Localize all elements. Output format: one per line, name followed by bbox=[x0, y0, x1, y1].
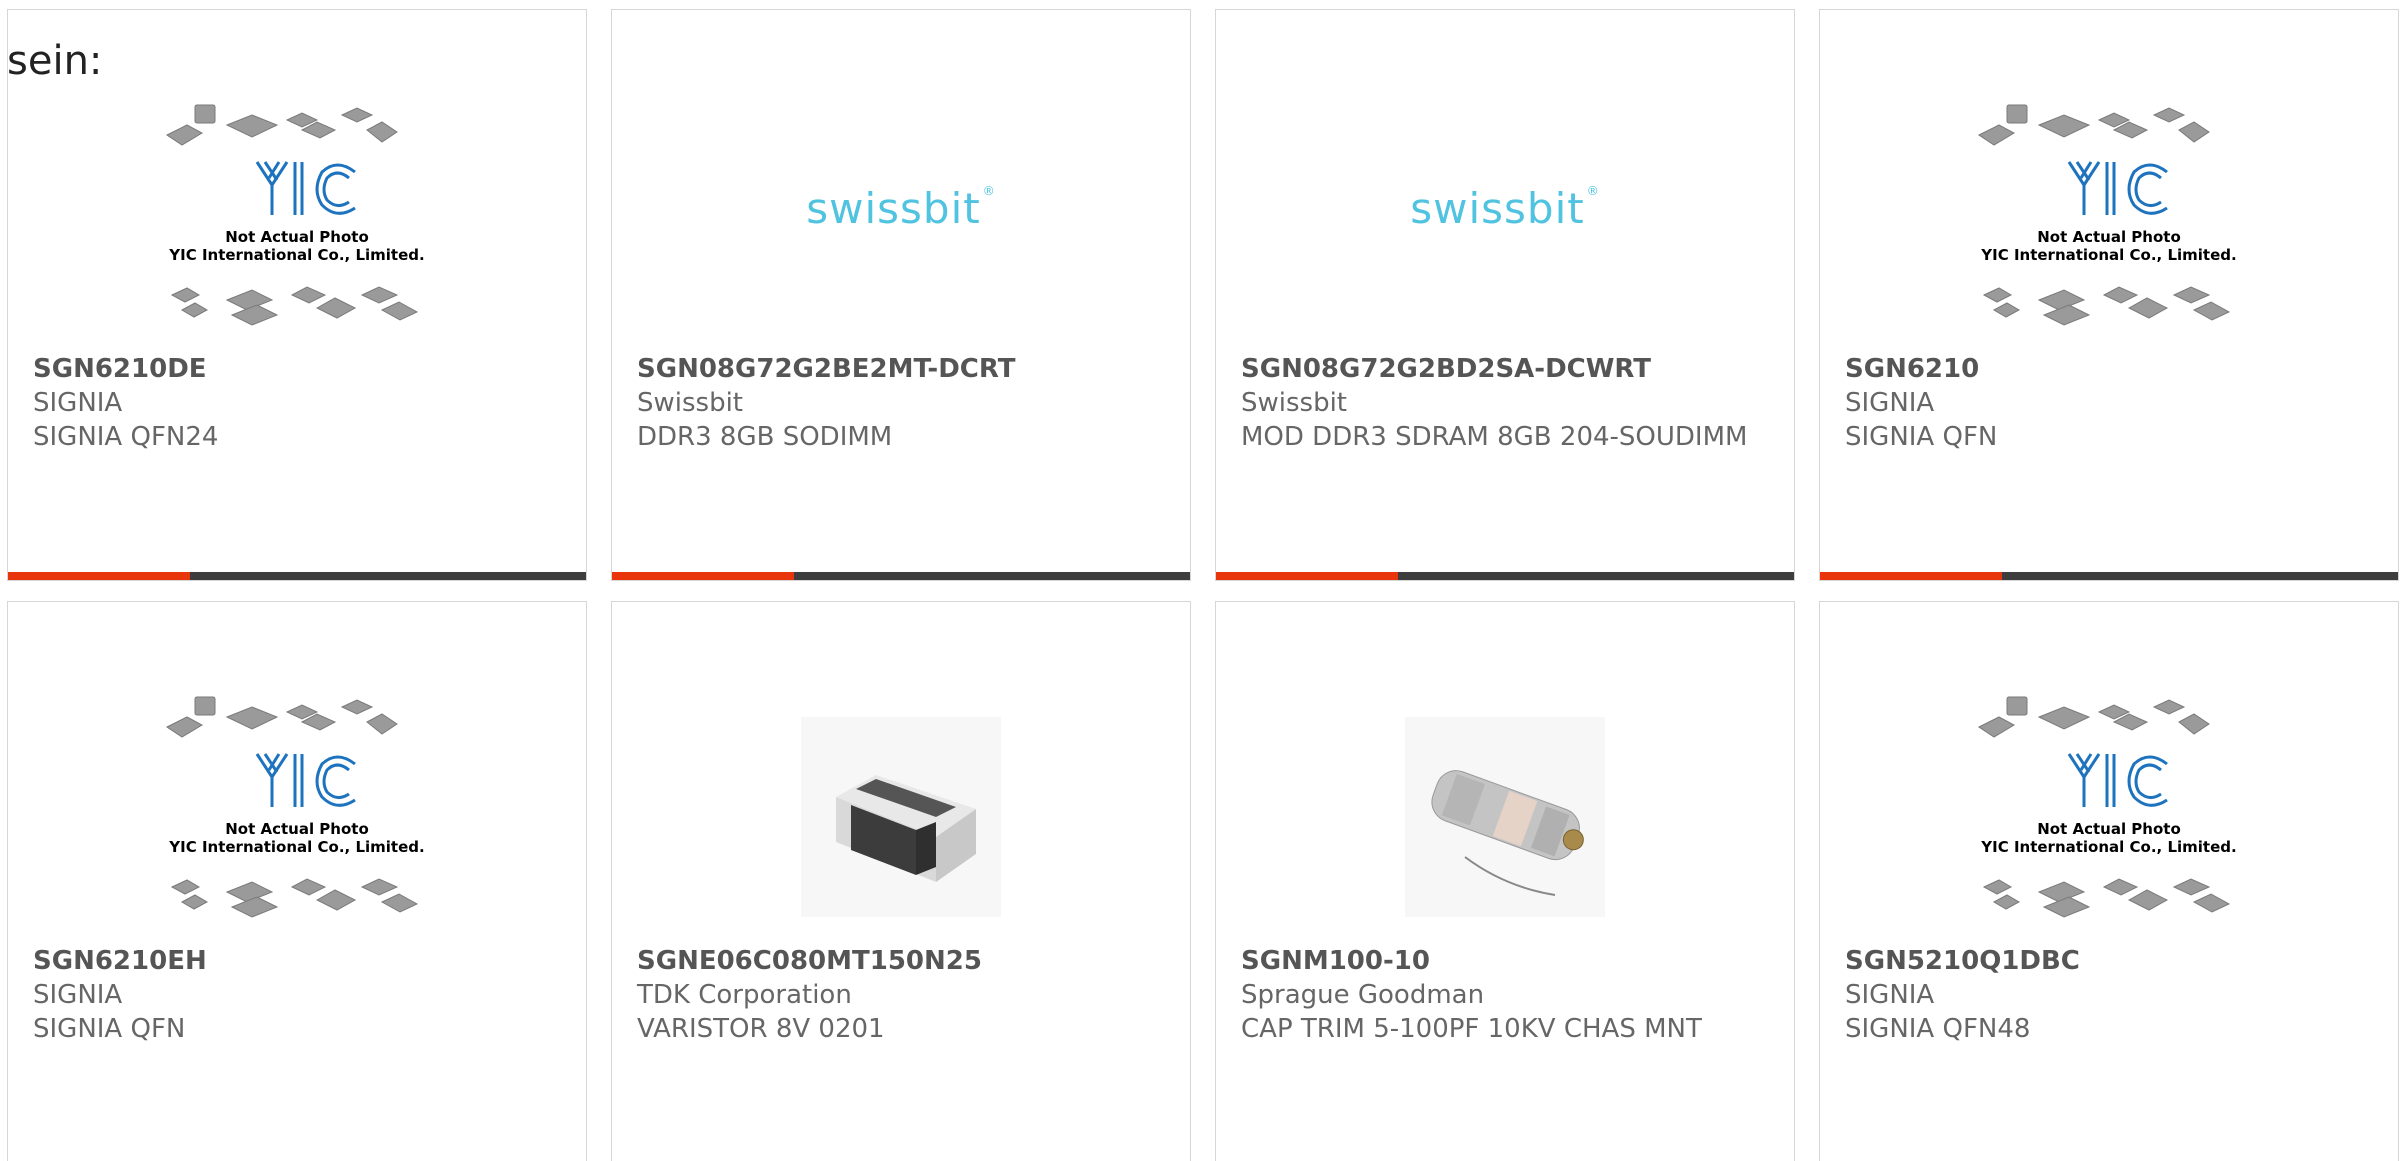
product-card[interactable]: Not Actual Photo YIC International Co., … bbox=[7, 601, 587, 1161]
product-image[interactable] bbox=[612, 687, 1190, 947]
product-image[interactable]: Not Actual Photo YIC International Co., … bbox=[8, 687, 586, 947]
manufacturer: Sprague Goodman bbox=[1241, 980, 1485, 1010]
description: SIGNIA QFN bbox=[1845, 422, 1998, 452]
card-bottom-bar bbox=[1216, 572, 1794, 580]
manufacturer: TDK Corporation bbox=[637, 980, 852, 1010]
product-image[interactable]: swissbit ® bbox=[1216, 95, 1794, 355]
placeholder-caption-line1: Not Actual Photo bbox=[225, 228, 369, 246]
product-card[interactable]: SGNE06C080MT150N25 TDK Corporation VARIS… bbox=[611, 601, 1191, 1161]
card-bottom-bar bbox=[8, 572, 586, 580]
description: DDR3 8GB SODIMM bbox=[637, 422, 893, 452]
part-number-link[interactable]: SGN6210EH bbox=[33, 944, 553, 978]
description: SIGNIA QFN24 bbox=[33, 422, 219, 452]
card-bar-accent bbox=[1820, 572, 2002, 580]
svg-text:YIC International Co., Limited: YIC International Co., Limited. bbox=[168, 838, 424, 856]
product-info: SGN08G72G2BE2MT-DCRT Swissbit DDR3 8GB S… bbox=[637, 352, 1157, 454]
description: SIGNIA QFN48 bbox=[1845, 1014, 2031, 1044]
product-info: SGNE06C080MT150N25 TDK Corporation VARIS… bbox=[637, 944, 1157, 1046]
swissbit-logo: swissbit ® bbox=[1410, 183, 1600, 233]
yic-placeholder-image: Not Actual Photo YIC International Co., … bbox=[1978, 696, 2237, 918]
description: SIGNIA QFN bbox=[33, 1014, 186, 1044]
product-card[interactable]: Not Actual Photo YIC International Co., … bbox=[1819, 601, 2399, 1161]
product-info: SGNM100-10 Sprague Goodman CAP TRIM 5-10… bbox=[1241, 944, 1761, 1046]
manufacturer: Swissbit bbox=[637, 388, 744, 418]
part-number-link[interactable]: SGNE06C080MT150N25 bbox=[637, 944, 1157, 978]
product-card[interactable]: Not Actual Photo YIC International Co., … bbox=[7, 9, 587, 581]
product-image[interactable]: Not Actual Photo YIC International Co., … bbox=[8, 95, 586, 355]
part-number-link[interactable]: SGN08G72G2BD2SA-DCWRT bbox=[1241, 352, 1761, 386]
part-number-link[interactable]: SGN5210Q1DBC bbox=[1845, 944, 2365, 978]
product-grid: Not Actual Photo YIC International Co., … bbox=[7, 9, 2399, 1161]
product-info: SGN6210DE SIGNIA SIGNIA QFN24 bbox=[33, 352, 553, 454]
description: CAP TRIM 5-100PF 10KV CHAS MNT bbox=[1241, 1014, 1702, 1044]
part-number-link[interactable]: SGN08G72G2BE2MT-DCRT bbox=[637, 352, 1157, 386]
svg-text:YIC International Co., Limited: YIC International Co., Limited. bbox=[1980, 838, 2236, 856]
placeholder-caption-line2: YIC International Co., Limited. bbox=[168, 246, 424, 264]
intro-text: sein: bbox=[7, 38, 103, 84]
product-info: SGN08G72G2BD2SA-DCWRT Swissbit MOD DDR3 … bbox=[1241, 352, 1761, 454]
card-bar-accent bbox=[1216, 572, 1398, 580]
yic-placeholder-image: Not Actual Photo YIC International Co., … bbox=[166, 104, 425, 326]
card-bar-accent bbox=[612, 572, 794, 580]
swissbit-logo: swissbit ® bbox=[806, 183, 996, 233]
part-number-link[interactable]: SGNM100-10 bbox=[1241, 944, 1761, 978]
svg-text:Not Actual Photo: Not Actual Photo bbox=[2037, 820, 2181, 838]
product-image[interactable]: Not Actual Photo YIC International Co., … bbox=[1820, 687, 2398, 947]
product-info: SGN6210EH SIGNIA SIGNIA QFN bbox=[33, 944, 553, 1046]
product-card[interactable]: swissbit ® SGN08G72G2BE2MT-DCRT Swissbit … bbox=[611, 9, 1191, 581]
part-number-link[interactable]: SGN6210DE bbox=[33, 352, 553, 386]
yic-placeholder-image: Not Actual Photo YIC International Co., … bbox=[166, 696, 425, 918]
manufacturer: SIGNIA bbox=[1845, 980, 1935, 1010]
part-number-link[interactable]: SGN6210 bbox=[1845, 352, 2365, 386]
svg-text:Not Actual Photo: Not Actual Photo bbox=[2037, 228, 2181, 246]
manufacturer: SIGNIA bbox=[33, 980, 123, 1010]
svg-text:YIC International Co., Limited: YIC International Co., Limited. bbox=[1980, 246, 2236, 264]
manufacturer: SIGNIA bbox=[33, 388, 123, 418]
product-card[interactable]: Not Actual Photo YIC International Co., … bbox=[1819, 9, 2399, 581]
card-bottom-bar bbox=[1820, 572, 2398, 580]
product-card[interactable]: SGNM100-10 Sprague Goodman CAP TRIM 5-10… bbox=[1215, 601, 1795, 1161]
product-listing-page: Not Actual Photo YIC International Co., … bbox=[0, 0, 2400, 1161]
card-bar-accent bbox=[8, 572, 190, 580]
manufacturer: Swissbit bbox=[1241, 388, 1348, 418]
product-info: SGN5210Q1DBC SIGNIA SIGNIA QFN48 bbox=[1845, 944, 2365, 1046]
chip-component-image bbox=[801, 717, 1001, 917]
yic-placeholder-image: Not Actual Photo YIC International Co., … bbox=[1978, 104, 2237, 326]
svg-text:Not Actual Photo: Not Actual Photo bbox=[225, 820, 369, 838]
product-image[interactable]: Not Actual Photo YIC International Co., … bbox=[1820, 95, 2398, 355]
description: VARISTOR 8V 0201 bbox=[637, 1014, 885, 1044]
product-card[interactable]: swissbit ® SGN08G72G2BD2SA-DCWRT Swissbit… bbox=[1215, 9, 1795, 581]
manufacturer: SIGNIA bbox=[1845, 388, 1935, 418]
product-info: SGN6210 SIGNIA SIGNIA QFN bbox=[1845, 352, 2365, 454]
description: MOD DDR3 SDRAM 8GB 204-SOUDIMM bbox=[1241, 422, 1748, 452]
trimmer-capacitor-image bbox=[1405, 717, 1605, 917]
product-image[interactable]: swissbit ® bbox=[612, 95, 1190, 355]
card-bottom-bar bbox=[612, 572, 1190, 580]
product-image[interactable] bbox=[1216, 687, 1794, 947]
